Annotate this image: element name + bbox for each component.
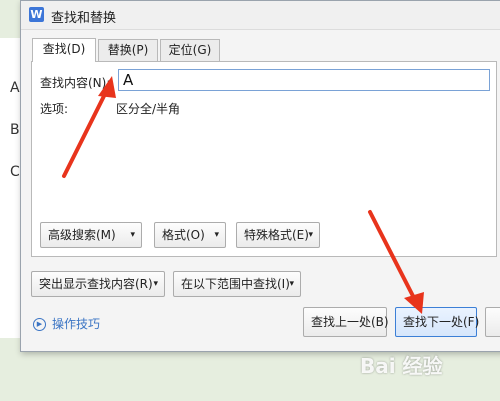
caret-down-icon: ▾	[289, 279, 294, 289]
special-format-label: 特殊格式(E)	[244, 228, 309, 242]
find-in-label: 在以下范围中查找(I)	[181, 277, 290, 291]
caret-down-icon: ▾	[214, 230, 219, 240]
find-in-button[interactable]: 在以下范围中查找(I) ▾	[173, 271, 301, 297]
dialog-title: 查找和替换	[51, 11, 117, 26]
caret-down-icon: ▾	[130, 230, 135, 240]
play-circle-icon: ▶	[33, 318, 46, 331]
highlight-label: 突出显示查找内容(R)	[39, 277, 153, 291]
tips-link[interactable]: ▶ 操作技巧	[33, 315, 100, 332]
watermark: Bai 经验	[360, 354, 443, 378]
find-replace-dialog: W 查找和替换 查找(D) 替换(P) 定位(G) 查找内容(N): A 选项:…	[20, 0, 500, 352]
more-button[interactable]	[485, 307, 500, 337]
wps-writer-icon: W	[29, 7, 44, 22]
caret-down-icon: ▾	[153, 279, 158, 289]
background-letter: B	[10, 122, 20, 138]
caret-down-icon: ▾	[308, 230, 313, 240]
highlight-button[interactable]: 突出显示查找内容(R) ▾	[31, 271, 165, 297]
tab-goto[interactable]: 定位(G)	[160, 39, 220, 61]
format-label: 格式(O)	[162, 228, 205, 242]
find-what-label: 查找内容(N):	[40, 76, 111, 90]
background-letter: A	[10, 80, 20, 96]
find-next-button[interactable]: 查找下一处(F)	[395, 307, 479, 337]
tips-label: 操作技巧	[52, 317, 101, 331]
find-panel: 查找内容(N): A 选项: 区分全/半角 高级搜索(M) ▾ 格式(O) ▾ …	[31, 61, 497, 257]
options-value: 区分全/半角	[116, 102, 181, 116]
options-label: 选项:	[40, 102, 69, 116]
background-letter: C	[10, 164, 20, 180]
tab-replace[interactable]: 替换(P)	[98, 39, 158, 61]
find-previous-button[interactable]: 查找上一处(B)	[303, 307, 389, 337]
find-what-input[interactable]: A	[118, 69, 490, 91]
title-bar[interactable]: W 查找和替换	[21, 1, 500, 30]
format-button[interactable]: 格式(O) ▾	[154, 222, 226, 248]
special-format-button[interactable]: 特殊格式(E) ▾	[236, 222, 320, 248]
advanced-search-label: 高级搜索(M)	[48, 228, 116, 242]
advanced-search-button[interactable]: 高级搜索(M) ▾	[40, 222, 142, 248]
tab-find[interactable]: 查找(D)	[32, 38, 96, 62]
